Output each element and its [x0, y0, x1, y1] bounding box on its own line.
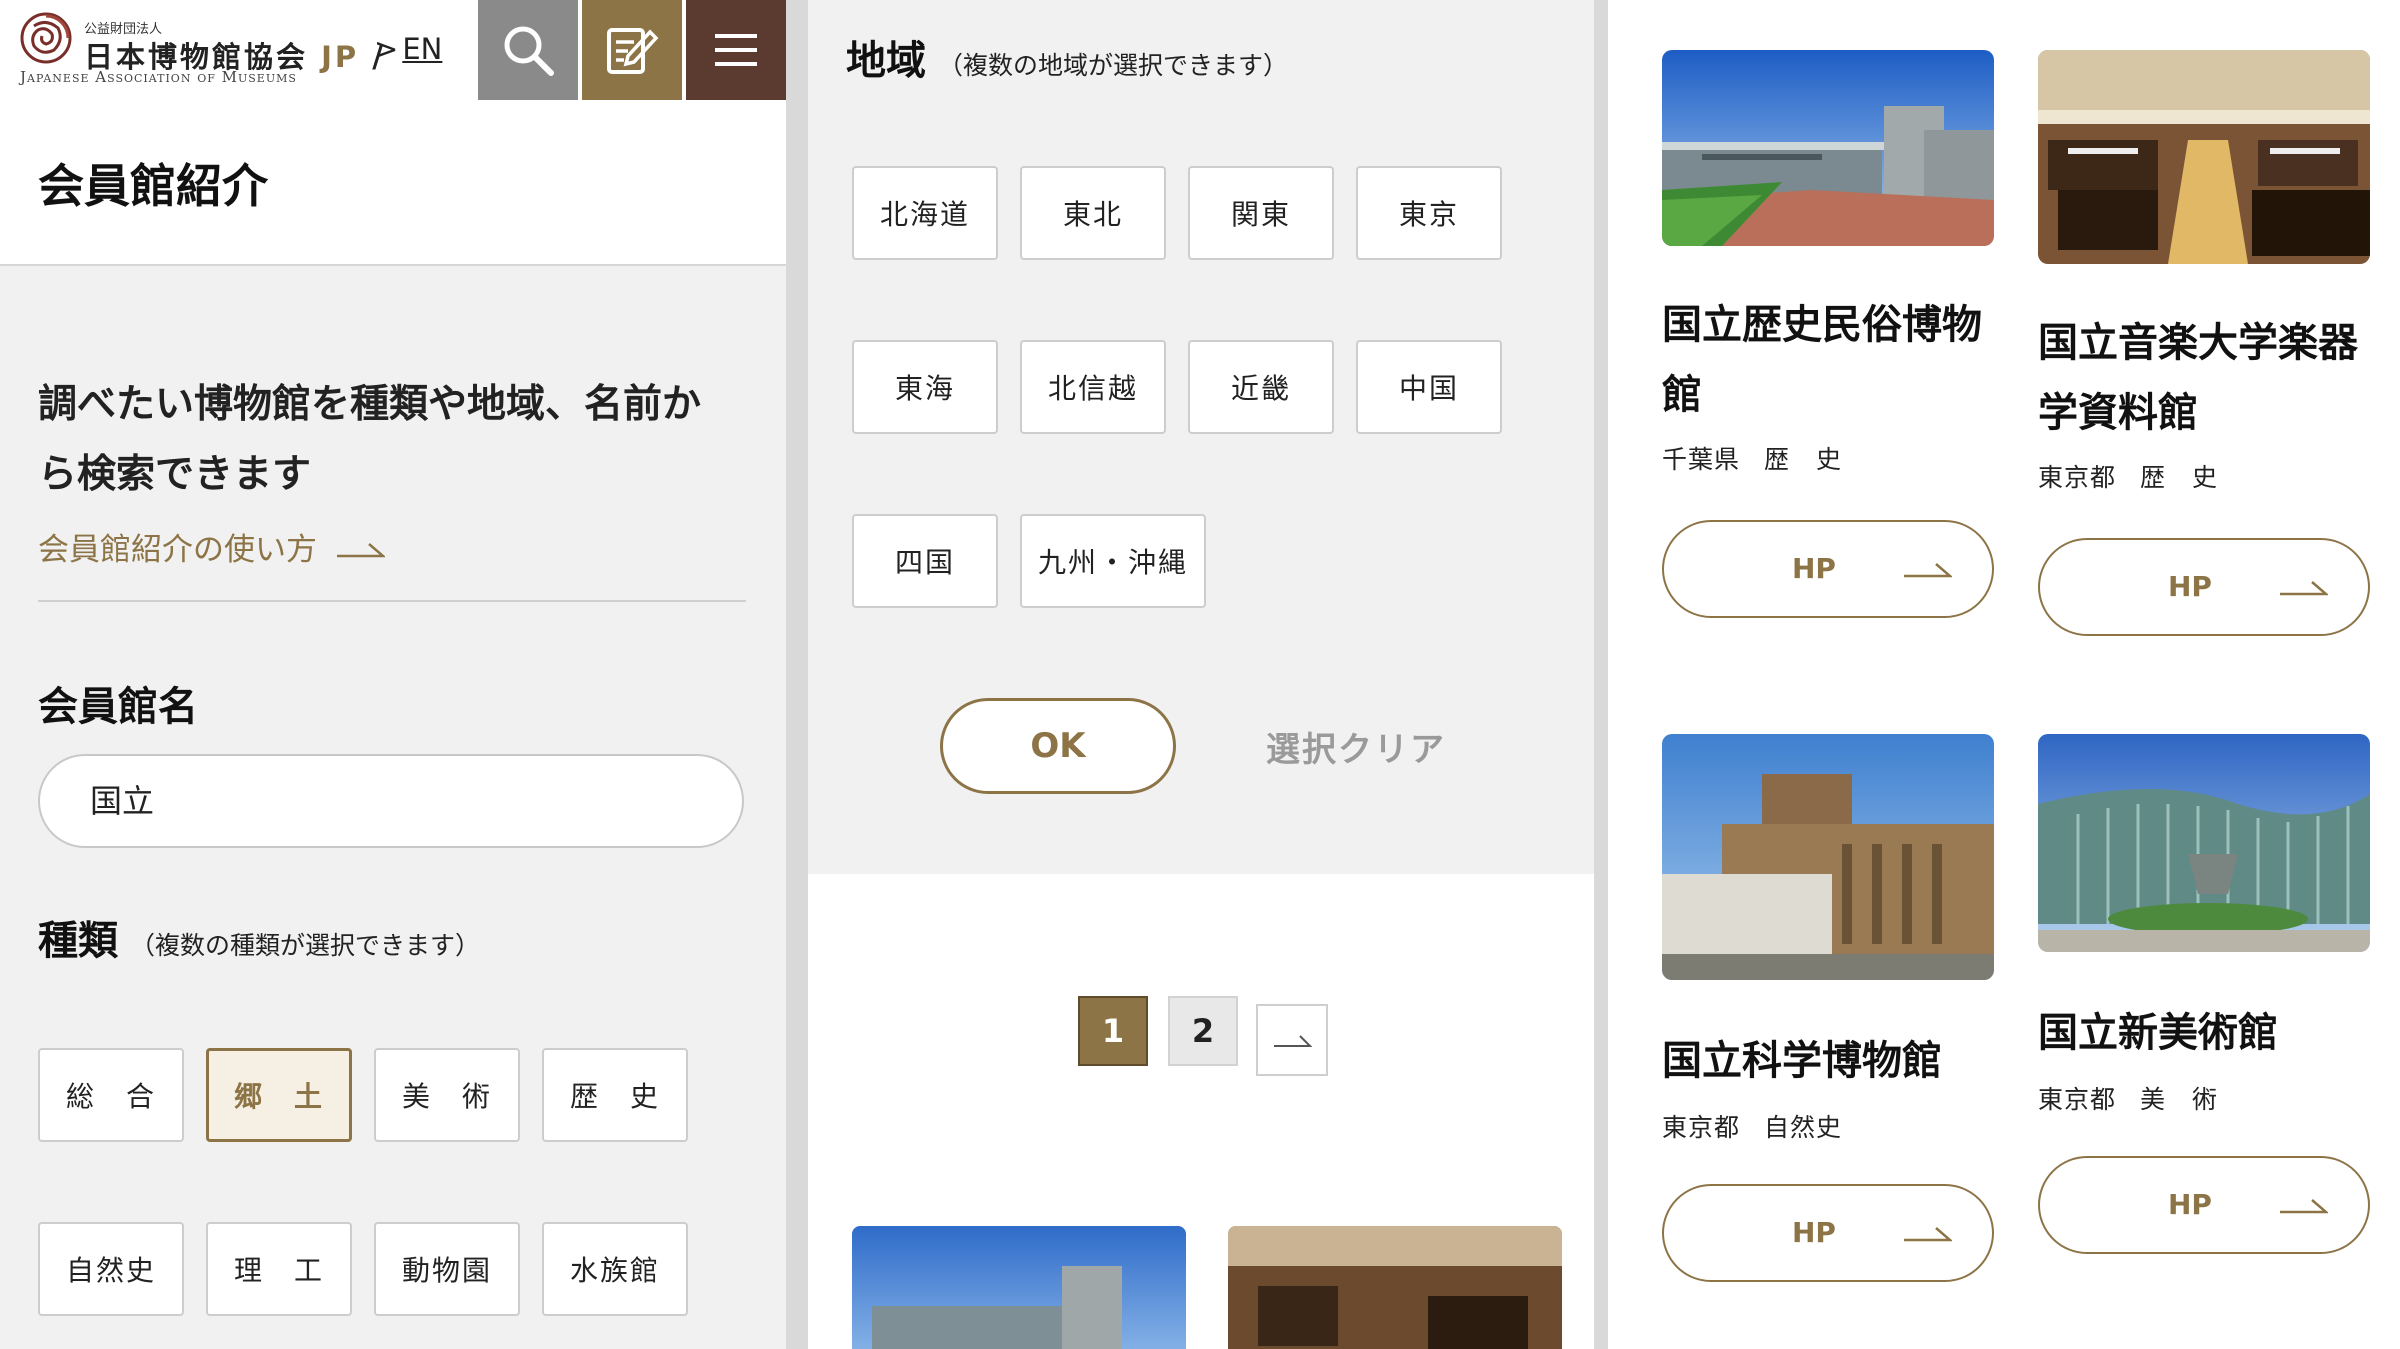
ok-button[interactable]: OK [940, 698, 1176, 794]
museum-card-image[interactable] [1662, 50, 1994, 246]
type-option-natural-history[interactable]: 自然史 [38, 1222, 184, 1316]
arrow-right-icon [1904, 1227, 1952, 1242]
museum-name[interactable]: 国立科学博物館 [1662, 1026, 2002, 1096]
edit-icon [607, 28, 659, 74]
region-filter-panel: 地域 （複数の地域が選択できます） 北海道 東北 関東 東京 東海 北信越 近畿 … [808, 0, 1594, 1349]
member-name-label-text: 会員館名 [38, 684, 198, 730]
museum-meta: 東京都歴 史 [2038, 458, 2218, 494]
logo-jp-label: JP [321, 40, 360, 74]
region-option-hokushinetsu[interactable]: 北信越 [1020, 340, 1166, 434]
page-2-button[interactable]: 2 [1168, 996, 1238, 1066]
museum-card-image[interactable] [2038, 50, 2370, 264]
museum-name[interactable]: 国立新美術館 [2038, 998, 2378, 1068]
museum-name[interactable]: 国立歴史民俗博物館 [1662, 290, 2002, 430]
page-title: 会員館紹介 [38, 159, 268, 213]
logo-mark-icon [20, 12, 72, 64]
museum-card-image[interactable] [1662, 734, 1994, 980]
page-1-button[interactable]: 1 [1078, 996, 1148, 1066]
search-icon [504, 26, 554, 76]
search-form-panel: 公益財団法人 日本博物館協会 JP / Japanese Association… [0, 0, 786, 1349]
language-switch-en[interactable]: > EN [374, 32, 442, 66]
next-page-button[interactable] [1256, 1004, 1328, 1076]
museum-prefecture: 千葉県 [1662, 445, 1741, 474]
logo-english-name: Japanese Association of Museums [20, 68, 297, 86]
clear-selection-button[interactable]: 選択クリア [1266, 722, 1446, 771]
usage-guide-link[interactable]: 会員館紹介の使い方 [38, 524, 385, 569]
hp-button-label: HP [2168, 570, 2212, 603]
header-menu-button[interactable] [686, 0, 786, 100]
panel-separator [786, 0, 808, 1349]
arrow-right-icon [1904, 563, 1952, 578]
region-option-kyushu-okinawa[interactable]: 九州・沖縄 [1020, 514, 1206, 608]
hp-button-label: HP [2168, 1188, 2212, 1221]
museum-building-image [852, 1226, 1186, 1349]
arrow-right-icon [1274, 1035, 1312, 1047]
type-option-local[interactable]: 郷 土 [206, 1048, 352, 1142]
region-option-tohoku[interactable]: 東北 [1020, 166, 1166, 260]
museum-meta: 千葉県歴 史 [1662, 440, 1842, 476]
museum-hp-button[interactable]: HP [2038, 538, 2370, 636]
region-option-kinki[interactable]: 近畿 [1188, 340, 1334, 434]
region-option-kanto[interactable]: 関東 [1188, 166, 1334, 260]
lang-prefix: > [374, 32, 399, 66]
section-divider [38, 600, 746, 602]
kahaku-building-image [1662, 734, 1994, 980]
type-option-art[interactable]: 美 術 [374, 1048, 520, 1142]
region-option-shikoku[interactable]: 四国 [852, 514, 998, 608]
region-filter-label-text: 地域 [846, 38, 926, 84]
rekihaku-building-image [1662, 50, 1994, 246]
hp-button-label: HP [1792, 552, 1836, 585]
arrow-right-icon [2280, 581, 2328, 596]
museum-meta: 東京都美 術 [2038, 1080, 2218, 1116]
museum-thumbnail-image[interactable] [1228, 1226, 1562, 1349]
museum-hp-button[interactable]: HP [1662, 1184, 1994, 1282]
museum-type: 自然史 [1764, 1113, 1843, 1142]
results-pagination-area: 1 2 [808, 874, 1594, 1349]
search-intro-text: 調べたい博物館を種類や地域、名前から検索できます [38, 382, 702, 497]
member-name-input[interactable]: 国立 [38, 754, 744, 848]
type-filter-note: （複数の種類が選択できます） [130, 931, 481, 960]
type-option-science[interactable]: 理 工 [206, 1222, 352, 1316]
type-filter-label-text: 種類 [38, 918, 118, 964]
region-filter-note: （複数の地域が選択できます） [938, 51, 1289, 80]
instrument-hall-image [1228, 1226, 1562, 1349]
region-option-tokai[interactable]: 東海 [852, 340, 998, 434]
museum-name[interactable]: 国立音楽大学楽器学資料館 [2038, 308, 2378, 448]
header-search-button[interactable] [478, 0, 578, 100]
museum-prefecture: 東京都 [1662, 1113, 1741, 1142]
header-membership-button[interactable] [582, 0, 682, 100]
panel-separator [1594, 0, 1608, 1349]
instrument-museum-image [2038, 50, 2370, 264]
nact-building-image [2038, 734, 2370, 952]
museum-hp-button[interactable]: HP [1662, 520, 1994, 618]
arrow-right-icon [337, 542, 385, 557]
type-filter-label: 種類 （複数の種類が選択できます） [38, 908, 480, 966]
museum-thumbnail-image[interactable] [852, 1226, 1186, 1349]
results-panel: 国立歴史民俗博物館 千葉県歴 史 HP 国立音楽大学楽器学資料館 東京都歴 史 … [1608, 0, 2400, 1349]
region-option-hokkaido[interactable]: 北海道 [852, 166, 998, 260]
region-option-tokyo[interactable]: 東京 [1356, 166, 1502, 260]
museum-type: 歴 史 [1764, 445, 1843, 474]
usage-guide-label: 会員館紹介の使い方 [38, 532, 317, 568]
page-title-bar: 会員館紹介 [0, 100, 786, 266]
museum-type: 美 術 [2140, 1085, 2219, 1114]
hamburger-menu-icon [715, 34, 757, 66]
type-option-aquarium[interactable]: 水族館 [542, 1222, 688, 1316]
member-name-label: 会員館名 [38, 674, 198, 732]
museum-prefecture: 東京都 [2038, 463, 2117, 492]
museum-hp-button[interactable]: HP [2038, 1156, 2370, 1254]
museum-prefecture: 東京都 [2038, 1085, 2117, 1114]
museum-card-image[interactable] [2038, 734, 2370, 952]
hp-button-label: HP [1792, 1216, 1836, 1249]
site-header: 公益財団法人 日本博物館協会 JP / Japanese Association… [0, 0, 786, 100]
type-option-general[interactable]: 総 合 [38, 1048, 184, 1142]
museum-meta: 東京都 自然史 [1662, 1108, 1842, 1144]
lang-label: EN [402, 32, 443, 66]
region-option-chugoku[interactable]: 中国 [1356, 340, 1502, 434]
museum-type: 歴 史 [2140, 463, 2219, 492]
type-option-zoo[interactable]: 動物園 [374, 1222, 520, 1316]
type-option-history[interactable]: 歴 史 [542, 1048, 688, 1142]
region-filter-label: 地域 （複数の地域が選択できます） [846, 28, 1288, 86]
arrow-right-icon [2280, 1199, 2328, 1214]
